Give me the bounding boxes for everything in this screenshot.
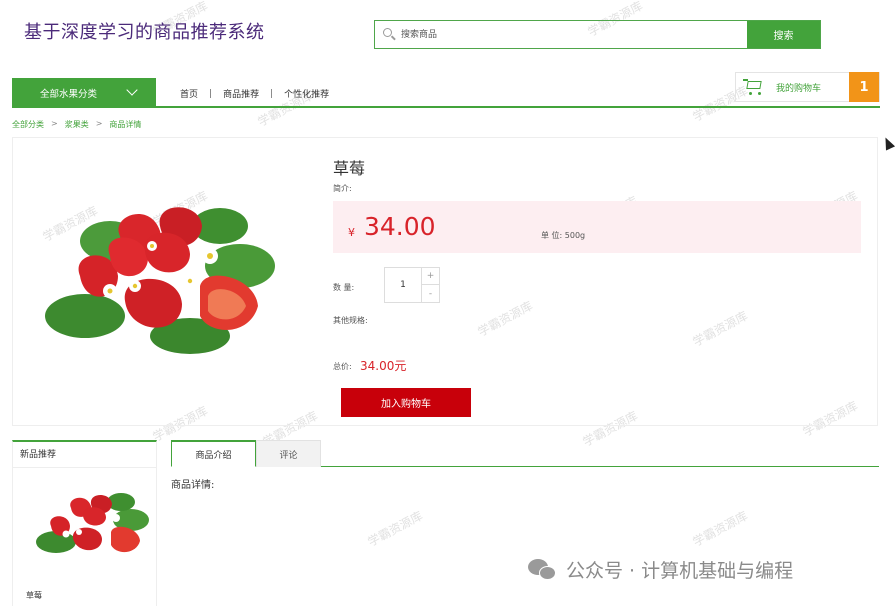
- chevron-down-icon: [126, 84, 138, 96]
- total-price-value: 34.00元: [360, 359, 407, 373]
- product-intro-label: 简介:: [333, 184, 352, 193]
- quantity-increase-button[interactable]: +: [421, 268, 439, 285]
- category-dropdown-button[interactable]: 全部水果分类: [12, 78, 156, 107]
- wechat-watermark: 公众号 · 计算机基础与编程: [528, 556, 793, 583]
- shopping-cart-icon: [736, 73, 776, 101]
- search-button[interactable]: 搜索: [747, 21, 820, 48]
- main-nav: 首页 | 商品推荐 | 个性化推荐: [180, 87, 329, 101]
- watermark-text: 学霸资源库: [690, 508, 751, 550]
- wechat-watermark-text: 公众号 · 计算机基础与编程: [566, 560, 794, 582]
- cart-count-badge: 1: [849, 72, 879, 102]
- cart-button[interactable]: 我的购物车 1: [735, 72, 880, 102]
- nav-separator: |: [209, 88, 213, 99]
- total-price-label: 总价:: [333, 362, 352, 371]
- watermark-text: 学霸资源库: [365, 508, 426, 550]
- product-name: 草莓: [333, 159, 366, 178]
- nav-link-personalized[interactable]: 个性化推荐: [284, 87, 329, 100]
- breadcrumb-berries[interactable]: 浆果类: [65, 119, 89, 130]
- breadcrumb-separator: >: [51, 119, 58, 128]
- product-unit: 单 位: 500g: [541, 231, 586, 240]
- nav-link-home[interactable]: 首页: [180, 87, 198, 100]
- new-product-image-strawberry[interactable]: [31, 490, 156, 562]
- category-button-label: 全部水果分类: [40, 88, 98, 100]
- wechat-icon: [528, 558, 558, 582]
- quantity-label: 数 量:: [333, 283, 355, 292]
- currency-symbol: ¥: [348, 226, 355, 239]
- nav-divider: [12, 106, 880, 108]
- site-title: 基于深度学习的商品推荐系统: [24, 22, 265, 43]
- product-image-strawberry: [45, 207, 275, 354]
- tab-reviews[interactable]: 评论: [256, 440, 321, 467]
- product-detail-title: 商品详情:: [171, 480, 215, 491]
- search-box: 搜索: [374, 20, 821, 49]
- product-price: 34.00: [364, 212, 436, 241]
- new-products-panel: 新品推荐 草莓: [12, 440, 157, 606]
- other-spec-label: 其他规格:: [333, 316, 368, 325]
- breadcrumb: 全部分类 > 浆果类 > 商品详情: [12, 119, 141, 130]
- nav-link-recommend[interactable]: 商品推荐: [223, 87, 259, 100]
- nav-separator: |: [270, 88, 274, 99]
- breadcrumb-product-detail[interactable]: 商品详情: [109, 119, 141, 130]
- search-icon: [375, 21, 399, 48]
- breadcrumb-all-categories[interactable]: 全部分类: [12, 119, 44, 130]
- product-tabs: 商品介绍 评论: [171, 440, 879, 467]
- new-product-name[interactable]: 草莓: [26, 590, 42, 601]
- quantity-input[interactable]: 1: [385, 268, 421, 302]
- tab-product-intro[interactable]: 商品介绍: [171, 440, 256, 467]
- mouse-cursor-icon: [880, 135, 895, 151]
- search-input[interactable]: [399, 21, 747, 48]
- quantity-decrease-button[interactable]: -: [421, 285, 439, 302]
- quantity-stepper: 1 + -: [384, 267, 440, 303]
- breadcrumb-separator: >: [95, 119, 103, 128]
- cart-label: 我的购物车: [776, 83, 822, 94]
- add-to-cart-button[interactable]: 加入购物车: [341, 388, 471, 417]
- new-products-title: 新品推荐: [13, 442, 156, 468]
